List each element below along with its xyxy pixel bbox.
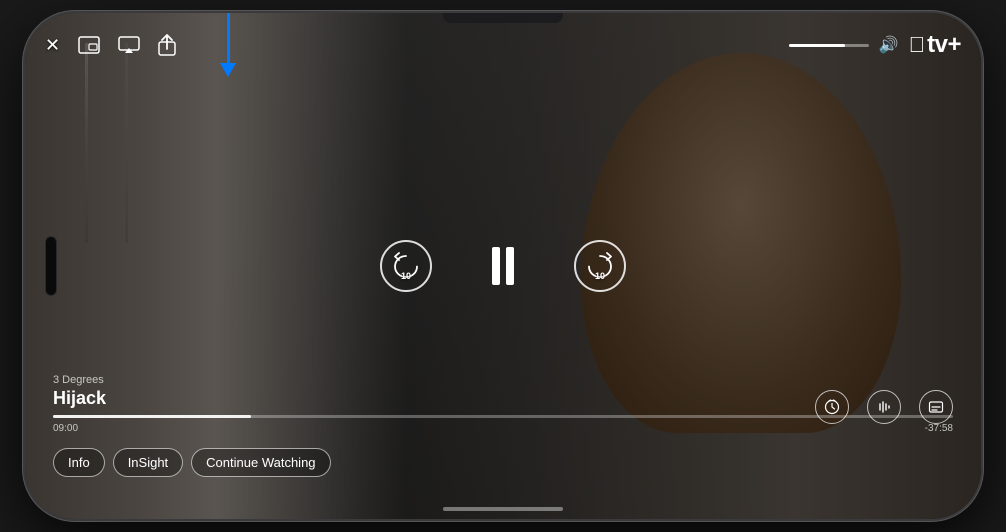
pip-button[interactable] (78, 36, 100, 54)
top-left-controls: ✕ (45, 34, 176, 56)
phone-top-bar (443, 13, 563, 23)
show-name: 3 Degrees (53, 374, 106, 386)
center-controls: 10 10 (380, 240, 626, 292)
rewind-seconds-label: 10 (401, 271, 411, 281)
current-time: 09:00 (53, 423, 78, 434)
pause-bar-right (506, 247, 514, 285)
progress-bar-fill (53, 415, 251, 418)
progress-times: 09:00 -37:58 (53, 423, 953, 434)
insight-pill-button[interactable]: InSight (113, 448, 183, 477)
rewind-button[interactable]: 10 (380, 240, 432, 292)
subtitles-button[interactable] (919, 390, 953, 424)
blue-arrow-indicator (220, 13, 236, 77)
bottom-pills: Info InSight Continue Watching (53, 448, 331, 477)
ff-seconds-label: 10 (595, 271, 605, 281)
airplay-button[interactable] (118, 36, 140, 54)
volume-fill (789, 44, 845, 47)
volume-icon: 🔊 (879, 35, 899, 55)
info-pill-button[interactable]: Info (53, 448, 105, 477)
arrow-head (220, 63, 236, 77)
top-right-controls: 🔊  tv+ (789, 31, 961, 59)
arrow-shaft (227, 13, 230, 63)
share-button[interactable] (158, 34, 176, 56)
pause-bar-left (492, 247, 500, 285)
side-button (23, 133, 25, 173)
camera-notch (45, 236, 57, 296)
apple-icon:  (909, 32, 926, 58)
volume-slider[interactable] (789, 44, 869, 47)
ui-overlay: ✕ (25, 13, 981, 519)
remaining-time: -37:58 (925, 423, 953, 434)
continue-watching-pill-button[interactable]: Continue Watching (191, 448, 330, 477)
right-playback-controls (815, 390, 953, 424)
title-area: 3 Degrees Hijack (53, 374, 106, 409)
phone-frame: ✕ (23, 11, 983, 521)
home-indicator (443, 507, 563, 511)
tv-plus-label: tv+ (927, 31, 961, 59)
apple-tv-logo:  tv+ (909, 31, 961, 59)
pause-button[interactable] (492, 247, 514, 285)
speed-button[interactable] (815, 390, 849, 424)
fast-forward-button[interactable]: 10 (574, 240, 626, 292)
close-button[interactable]: ✕ (45, 35, 60, 56)
top-bar: ✕ (45, 31, 961, 59)
episode-name: Hijack (53, 388, 106, 409)
audio-button[interactable] (867, 390, 901, 424)
